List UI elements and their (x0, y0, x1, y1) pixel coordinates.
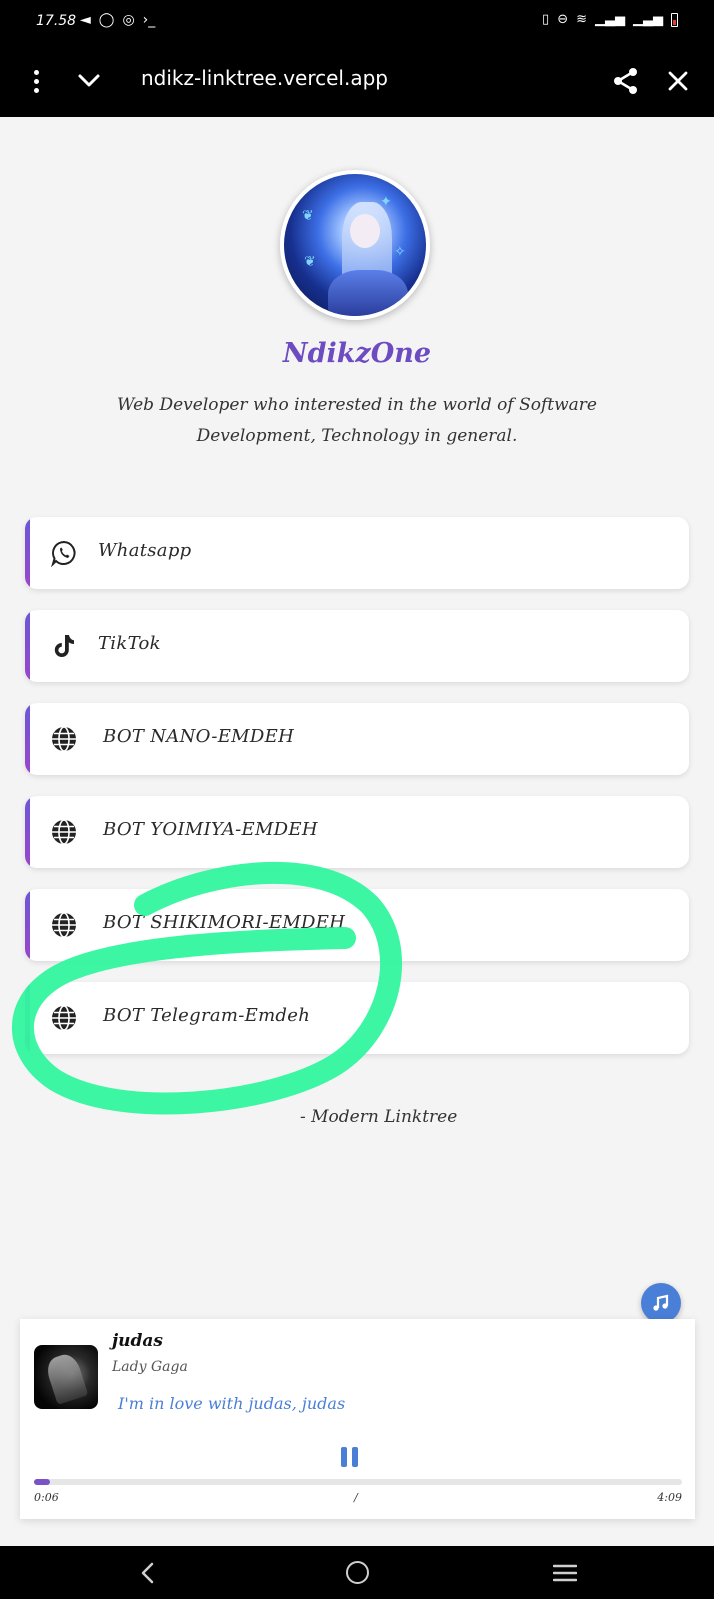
music-note-icon (653, 1294, 669, 1311)
pause-button[interactable] (339, 1445, 361, 1469)
link-list: Whatsapp TikTok BOT NANO-EMDEH BOT YOIMI… (25, 517, 689, 1075)
battery-icon (671, 12, 678, 27)
dnd-icon: ⊖ (557, 12, 569, 27)
share-icon[interactable] (612, 67, 640, 95)
more-options-icon[interactable] (26, 65, 46, 97)
system-nav-bar (0, 1546, 714, 1599)
profile-name: NdikzOne (282, 338, 432, 369)
current-time: 0:06 (34, 1491, 59, 1504)
alarm-icon: ◎ (122, 12, 135, 28)
signal-icon: ▁▃▅ (595, 12, 625, 27)
status-bar: 17.58 ◄ ◯ ◎ ›_ ▯ ⊖ ≋ ▁▃▅ ▁▃▅ (0, 0, 714, 45)
link-tiktok[interactable]: TikTok (25, 610, 689, 682)
whatsapp-icon (51, 540, 76, 567)
status-icons-right: ▯ ⊖ ≋ ▁▃▅ ▁▃▅ (542, 12, 678, 27)
url-text[interactable]: ndikz-linktree.vercel.app (141, 66, 388, 90)
link-bot-nano[interactable]: BOT NANO-EMDEH (25, 703, 689, 775)
vibrate-icon: ▯ (542, 12, 550, 27)
link-bot-shikimori[interactable]: BOT SHIKIMORI-EMDEH (25, 889, 689, 961)
profile-bio: Web Developer who interested in the worl… (117, 395, 597, 446)
progress-fill (34, 1479, 51, 1485)
globe-icon (52, 1005, 76, 1031)
telegram-icon: ◄ (80, 12, 91, 28)
track-title: judas (112, 1331, 163, 1351)
browser-toolbar: ndikz-linktree.vercel.app (0, 45, 714, 117)
music-player: judas Lady Gaga I'm in love with judas, … (20, 1319, 695, 1519)
signal-icon: ▁▃▅ (633, 12, 663, 27)
status-icons-left: ◄ ◯ ◎ ›_ (80, 12, 155, 28)
link-label: Whatsapp (98, 540, 192, 561)
avatar: ❦ ✦ ❦ ✧ (280, 170, 430, 320)
globe-icon (52, 819, 76, 845)
time-separator: / (354, 1491, 358, 1504)
recents-icon[interactable] (553, 1563, 577, 1583)
link-whatsapp[interactable]: Whatsapp (25, 517, 689, 589)
close-icon[interactable] (665, 68, 691, 94)
link-label: TikTok (98, 633, 161, 654)
link-label: BOT NANO-EMDEH (103, 726, 295, 747)
globe-icon (52, 726, 76, 752)
terminal-icon: ›_ (142, 12, 156, 28)
link-label: BOT YOIMIYA-EMDEH (103, 819, 318, 840)
chevron-down-icon[interactable] (76, 69, 102, 93)
home-icon[interactable] (346, 1561, 369, 1584)
link-bot-telegram[interactable]: BOT Telegram-Emdeh (25, 982, 689, 1054)
link-label: BOT SHIKIMORI-EMDEH (103, 912, 346, 933)
tiktok-icon (54, 635, 74, 657)
status-time: 17.58 (36, 13, 77, 29)
link-bot-yoimiya[interactable]: BOT YOIMIYA-EMDEH (25, 796, 689, 868)
track-artist: Lady Gaga (112, 1359, 188, 1375)
link-label: BOT Telegram-Emdeh (103, 1005, 311, 1026)
wifi-icon: ≋ (576, 12, 587, 27)
back-icon[interactable] (138, 1560, 158, 1586)
globe-icon (52, 912, 76, 938)
footer-text: - Modern Linktree (300, 1107, 458, 1127)
progress-bar[interactable] (34, 1479, 682, 1485)
total-time: 4:09 (657, 1491, 682, 1504)
album-cover (34, 1345, 98, 1409)
whatsapp-icon: ◯ (98, 12, 115, 28)
music-toggle-button[interactable] (641, 1283, 681, 1323)
track-lyric: I'm in love with judas, judas (118, 1394, 346, 1413)
